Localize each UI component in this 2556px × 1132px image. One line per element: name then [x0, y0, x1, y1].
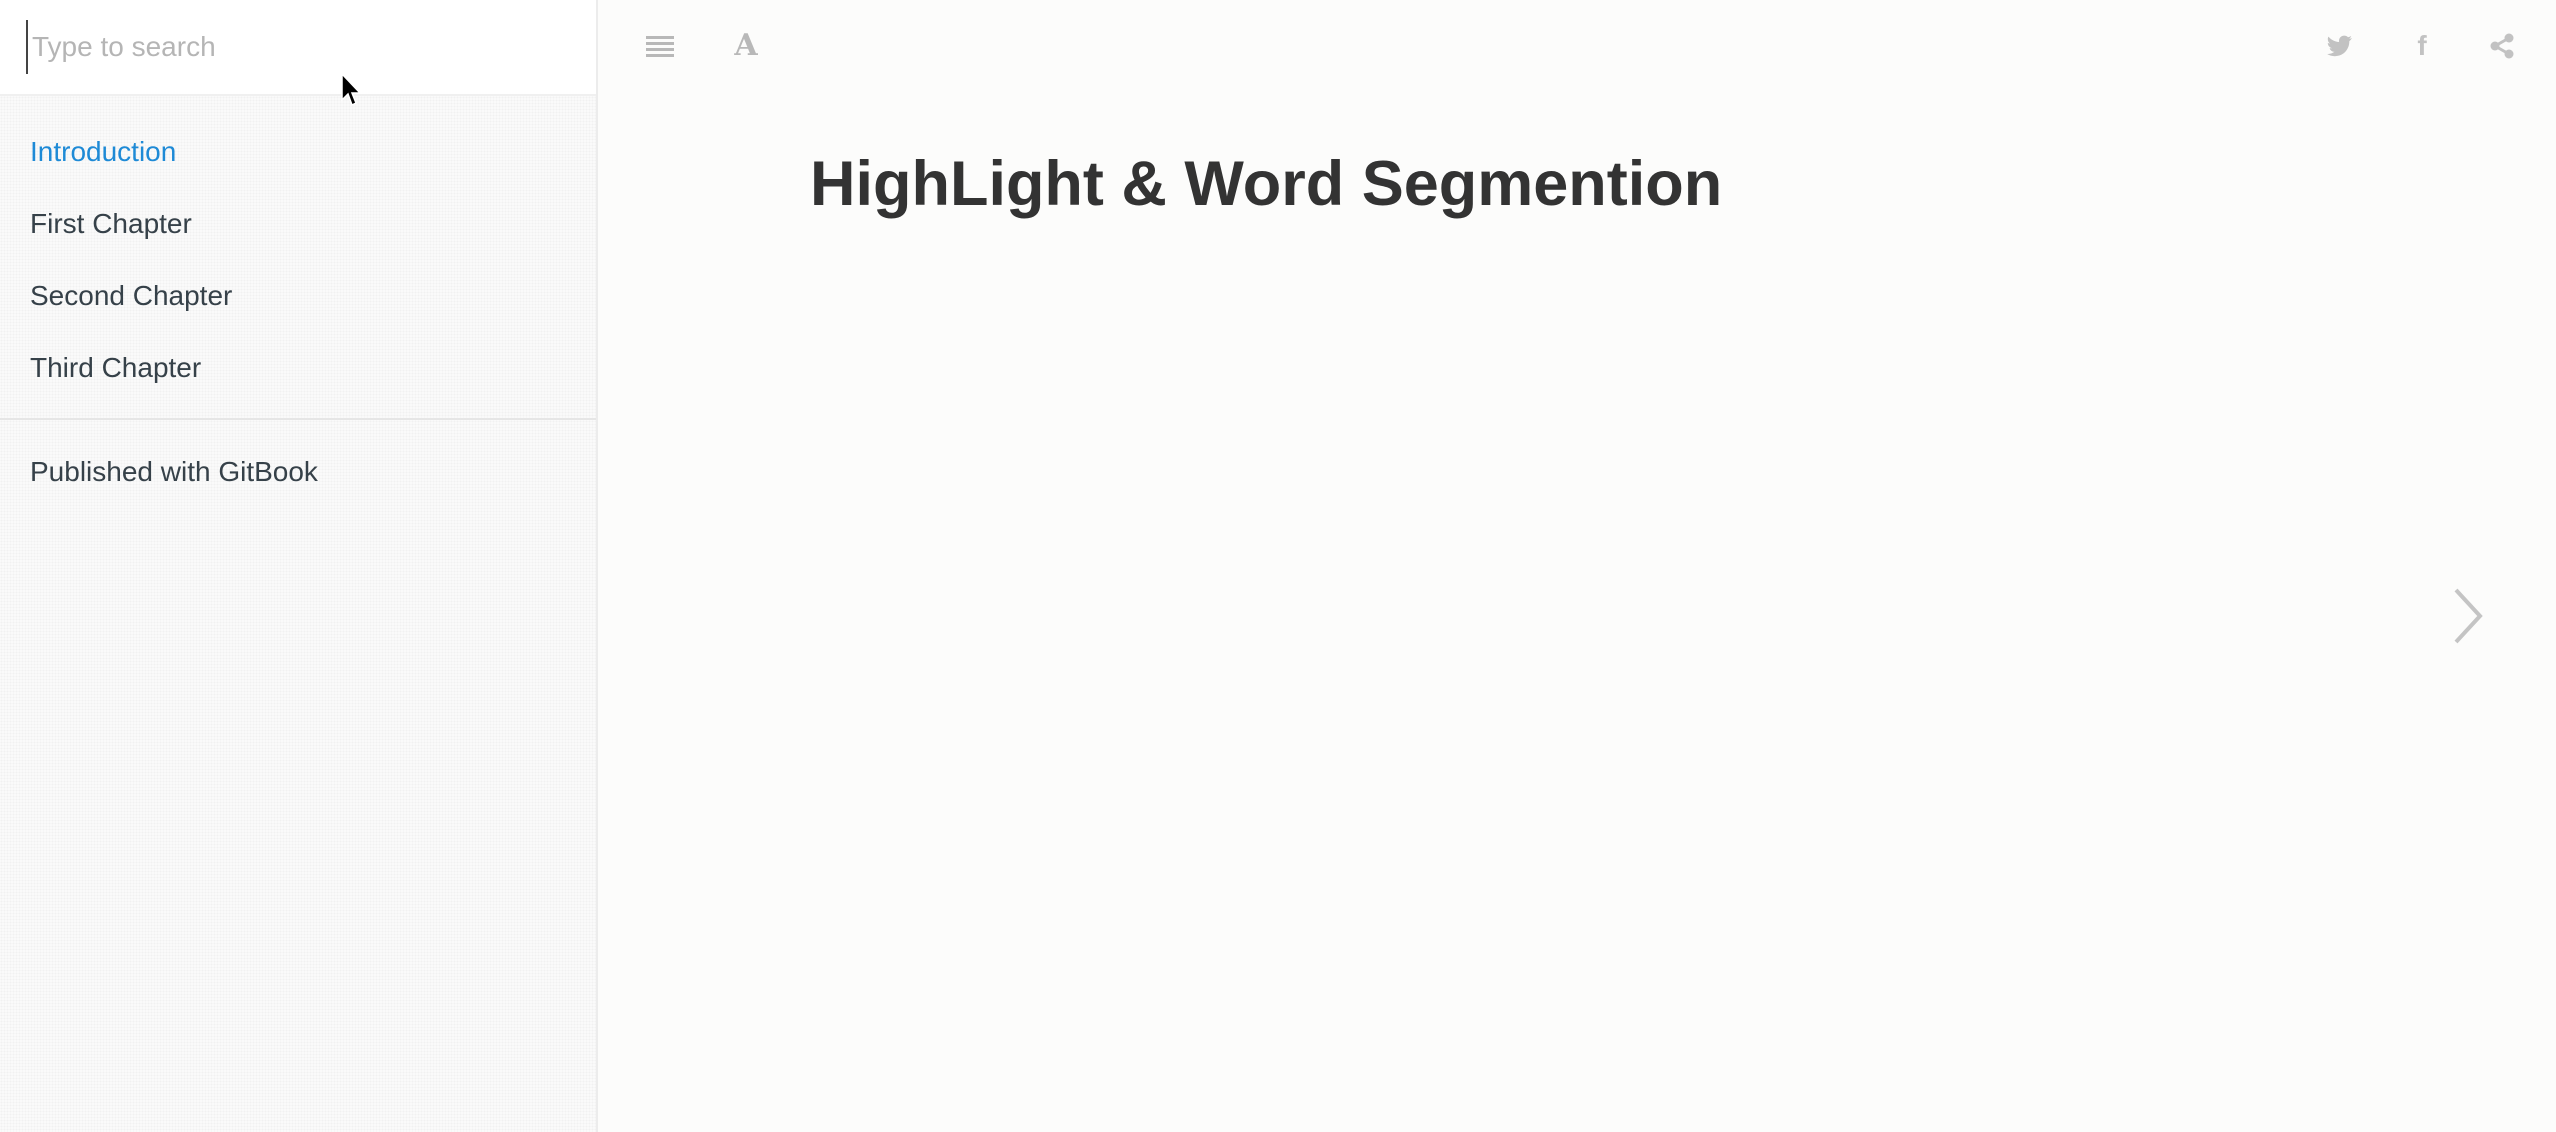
gitbook-app: Introduction First Chapter Second Chapte…: [0, 0, 2556, 1132]
sidebar-item-first-chapter[interactable]: First Chapter: [0, 188, 596, 260]
facebook-share-button[interactable]: f: [2398, 22, 2446, 70]
twitter-icon: [2327, 35, 2352, 57]
sidebar-item-third-chapter[interactable]: Third Chapter: [0, 332, 596, 404]
main-content: A f HighLight & Word Segmention: [598, 0, 2556, 1132]
sidebar-item-second-chapter[interactable]: Second Chapter: [0, 260, 596, 332]
published-with-gitbook-link[interactable]: Published with GitBook: [30, 450, 318, 494]
twitter-share-button[interactable]: [2316, 22, 2364, 70]
share-button[interactable]: [2478, 22, 2526, 70]
toggle-sidebar-button[interactable]: [636, 22, 684, 70]
search-input[interactable]: [26, 20, 566, 74]
sidebar: Introduction First Chapter Second Chapte…: [0, 0, 598, 1132]
font-settings-icon: A: [734, 28, 758, 63]
sidebar-divider: [0, 418, 596, 420]
share-icon: [2490, 33, 2514, 59]
search-box: [0, 0, 596, 96]
mouse-cursor-icon: [341, 72, 362, 107]
list-icon: [646, 36, 674, 57]
page-title: HighLight & Word Segmention: [810, 149, 1723, 219]
next-page-chevron-icon[interactable]: [2448, 584, 2488, 648]
facebook-icon: f: [2417, 30, 2427, 61]
sidebar-item-introduction[interactable]: Introduction: [0, 116, 596, 188]
chapter-nav: Introduction First Chapter Second Chapte…: [0, 116, 596, 404]
font-settings-button[interactable]: A: [722, 22, 770, 70]
